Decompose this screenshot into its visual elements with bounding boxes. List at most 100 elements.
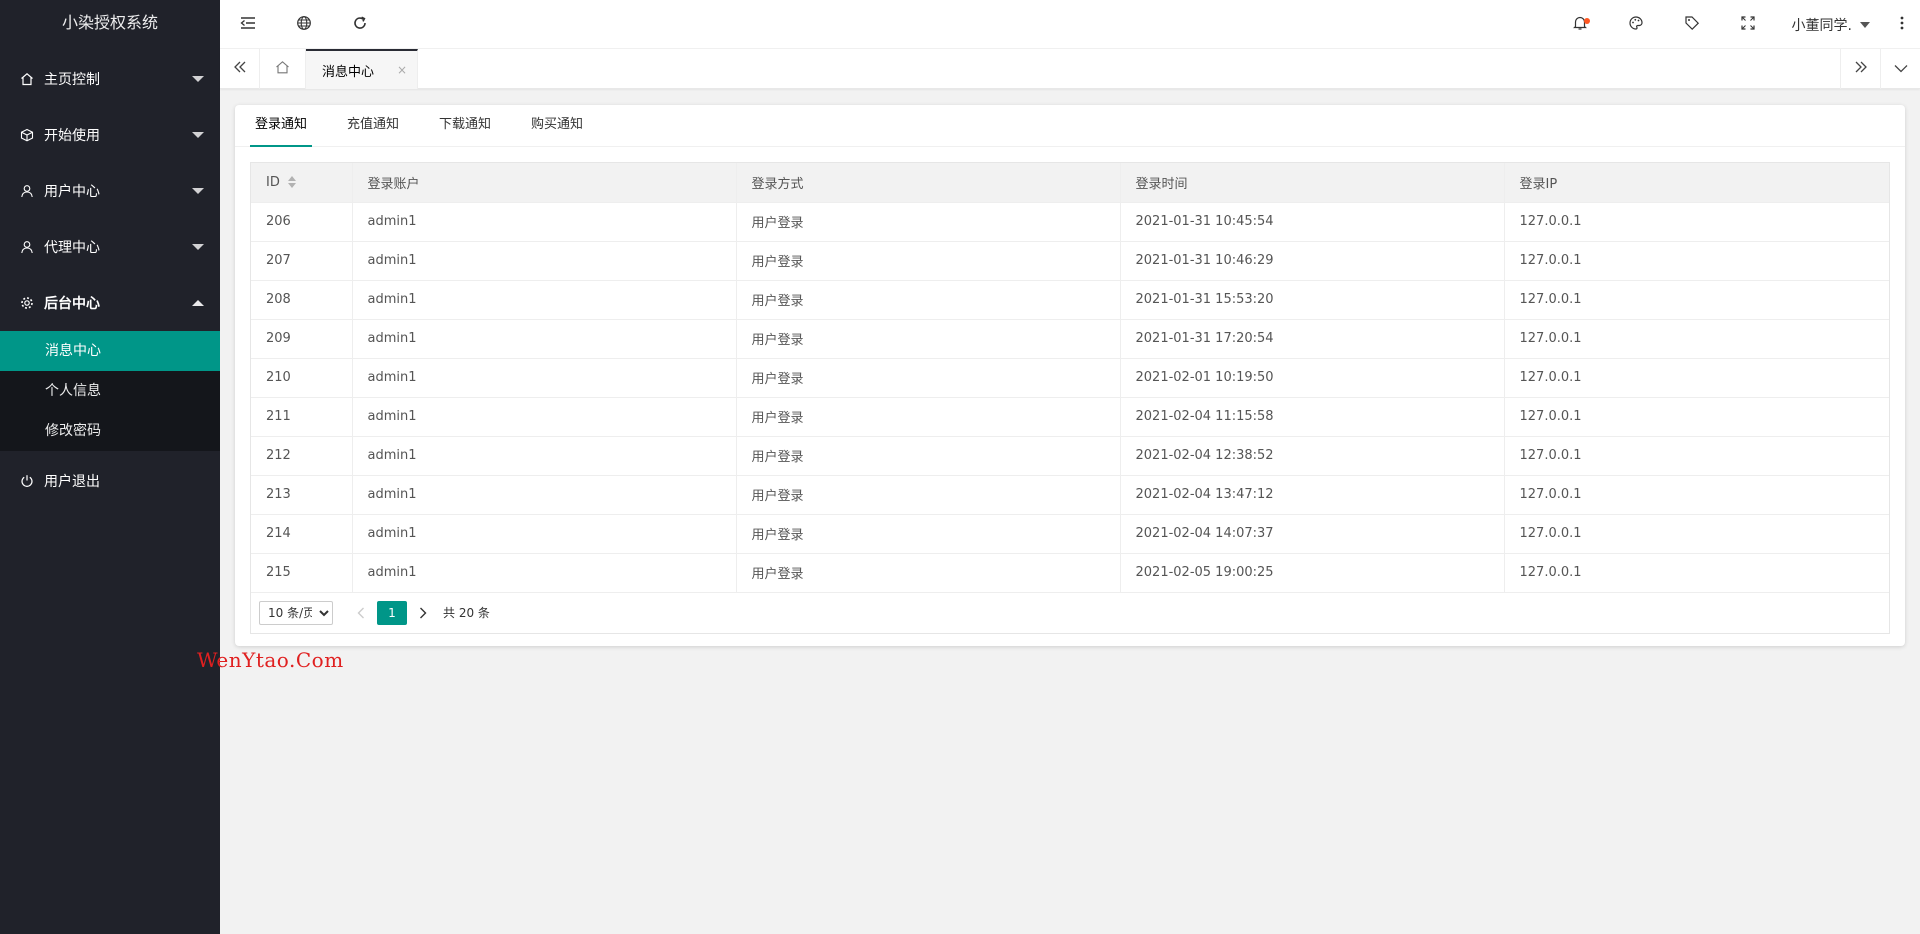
- top-header: 小董同学.: [220, 0, 1920, 49]
- cube-icon: [20, 128, 34, 142]
- cell-ip: 127.0.0.1: [1504, 397, 1889, 437]
- chevron-down-icon: [192, 132, 204, 138]
- cell-id: 215: [251, 553, 353, 593]
- fullscreen-button[interactable]: [1720, 0, 1776, 49]
- website-button[interactable]: [276, 0, 332, 49]
- sidebar: 小染授权系统 主页控制 开始使用 用户中心 代理中心 后台中心 消息中心 个人信…: [0, 0, 220, 934]
- sidebar-item-getting-started[interactable]: 开始使用: [0, 107, 220, 163]
- tab-purchase-notice[interactable]: 购买通知: [526, 105, 588, 147]
- cell-account: admin1: [352, 436, 737, 476]
- total-count: 共 20 条: [443, 606, 490, 620]
- current-page-button[interactable]: 1: [377, 600, 407, 625]
- refresh-button[interactable]: [332, 0, 388, 49]
- cell-account: admin1: [352, 280, 737, 320]
- next-page-button[interactable]: [413, 601, 433, 625]
- column-header-time: 登录时间: [1120, 163, 1505, 203]
- cell-id: 206: [251, 202, 353, 242]
- tab-message-center[interactable]: 消息中心 ×: [306, 49, 418, 89]
- cell-id: 211: [251, 397, 353, 437]
- tag-icon: [1684, 15, 1700, 35]
- table-row: 207 admin1 用户登录 2021-01-31 10:46:29 127.…: [251, 241, 1889, 281]
- chevron-down-icon: [192, 76, 204, 82]
- note-button[interactable]: [1664, 0, 1720, 49]
- cell-id: 207: [251, 241, 353, 281]
- table-row: 210 admin1 用户登录 2021-02-01 10:19:50 127.…: [251, 358, 1889, 398]
- message-card: 登录通知 充值通知 下载通知 购买通知 ID 登录账户 登录方式 登录时间 登录…: [235, 105, 1905, 646]
- column-header-account: 登录账户: [352, 163, 737, 203]
- column-header-id[interactable]: ID: [251, 163, 353, 203]
- cell-time: 2021-02-01 10:19:50: [1120, 358, 1505, 398]
- cell-time: 2021-01-31 17:20:54: [1120, 319, 1505, 359]
- sidebar-item-home-control[interactable]: 主页控制: [0, 51, 220, 107]
- prev-page-button[interactable]: [351, 601, 371, 625]
- cell-method: 用户登录: [736, 241, 1121, 281]
- cell-account: admin1: [352, 475, 737, 515]
- close-icon[interactable]: ×: [397, 63, 407, 77]
- menu-collapse-icon: [240, 16, 256, 34]
- double-chevron-left-icon: [233, 61, 247, 77]
- cell-id: 213: [251, 475, 353, 515]
- sidebar-item-logout[interactable]: 用户退出: [0, 453, 220, 509]
- tabs-scroll-right-button[interactable]: [1840, 49, 1880, 89]
- sidebar-item-agent-center[interactable]: 代理中心: [0, 219, 220, 275]
- tabs-menu-button[interactable]: [1880, 49, 1920, 89]
- cell-method: 用户登录: [736, 280, 1121, 320]
- more-vertical-icon: [1900, 16, 1904, 34]
- cell-method: 用户登录: [736, 553, 1121, 593]
- tabs-scroll-left-button[interactable]: [220, 49, 260, 89]
- tab-download-notice[interactable]: 下载通知: [434, 105, 496, 147]
- cell-ip: 127.0.0.1: [1504, 553, 1889, 593]
- tab-label: 消息中心: [322, 64, 375, 80]
- cell-id: 209: [251, 319, 353, 359]
- chevron-up-icon: [192, 300, 204, 306]
- refresh-icon: [352, 15, 368, 35]
- sort-icon[interactable]: [287, 176, 296, 189]
- table-row: 206 admin1 用户登录 2021-01-31 10:45:54 127.…: [251, 202, 1889, 242]
- double-chevron-right-icon: [1854, 61, 1868, 77]
- sidebar-item-label: 主页控制: [44, 72, 100, 88]
- cell-account: admin1: [352, 514, 737, 554]
- sidebar-item-label: 用户中心: [44, 184, 100, 200]
- cell-time: 2021-02-04 12:38:52: [1120, 436, 1505, 476]
- tab-login-notice[interactable]: 登录通知: [250, 105, 313, 147]
- cell-account: admin1: [352, 397, 737, 437]
- table-row: 208 admin1 用户登录 2021-01-31 15:53:20 127.…: [251, 280, 1889, 320]
- sidebar-subitem-profile[interactable]: 个人信息: [0, 371, 220, 411]
- home-icon: [275, 60, 290, 78]
- chevron-right-icon: [420, 607, 427, 618]
- notification-button[interactable]: [1552, 0, 1608, 49]
- cell-method: 用户登录: [736, 319, 1121, 359]
- sidebar-item-user-center[interactable]: 用户中心: [0, 163, 220, 219]
- menu-collapse-button[interactable]: [220, 0, 276, 49]
- cell-method: 用户登录: [736, 436, 1121, 476]
- cell-account: admin1: [352, 319, 737, 359]
- sidebar-subitem-message-center[interactable]: 消息中心: [0, 331, 220, 371]
- globe-icon: [296, 15, 312, 35]
- sidebar-item-label: 代理中心: [44, 240, 100, 256]
- home-icon: [20, 72, 34, 86]
- cell-time: 2021-01-31 10:45:54: [1120, 202, 1505, 242]
- tab-recharge-notice[interactable]: 充值通知: [342, 105, 404, 147]
- cell-time: 2021-02-04 13:47:12: [1120, 475, 1505, 515]
- login-table-container: ID 登录账户 登录方式 登录时间 登录IP 206 admin1 用户登录 2…: [250, 162, 1890, 634]
- column-header-ip: 登录IP: [1504, 163, 1889, 203]
- agent-icon: [20, 240, 34, 254]
- sidebar-item-admin-center[interactable]: 后台中心: [0, 275, 220, 331]
- page-size-select[interactable]: 10 条/页: [259, 600, 333, 625]
- table-row: 213 admin1 用户登录 2021-02-04 13:47:12 127.…: [251, 475, 1889, 515]
- chevron-down-icon: [1860, 21, 1870, 28]
- cell-ip: 127.0.0.1: [1504, 475, 1889, 515]
- tab-home[interactable]: [260, 49, 306, 89]
- more-button[interactable]: [1884, 0, 1920, 49]
- chevron-down-icon: [192, 188, 204, 194]
- theme-button[interactable]: [1608, 0, 1664, 49]
- cell-id: 212: [251, 436, 353, 476]
- cell-account: admin1: [352, 202, 737, 242]
- login-table: ID 登录账户 登录方式 登录时间 登录IP 206 admin1 用户登录 2…: [251, 163, 1889, 593]
- sidebar-subitem-change-password[interactable]: 修改密码: [0, 411, 220, 451]
- user-menu[interactable]: 小董同学.: [1776, 0, 1884, 49]
- cell-ip: 127.0.0.1: [1504, 280, 1889, 320]
- power-icon: [20, 474, 34, 488]
- cell-id: 208: [251, 280, 353, 320]
- cell-id: 210: [251, 358, 353, 398]
